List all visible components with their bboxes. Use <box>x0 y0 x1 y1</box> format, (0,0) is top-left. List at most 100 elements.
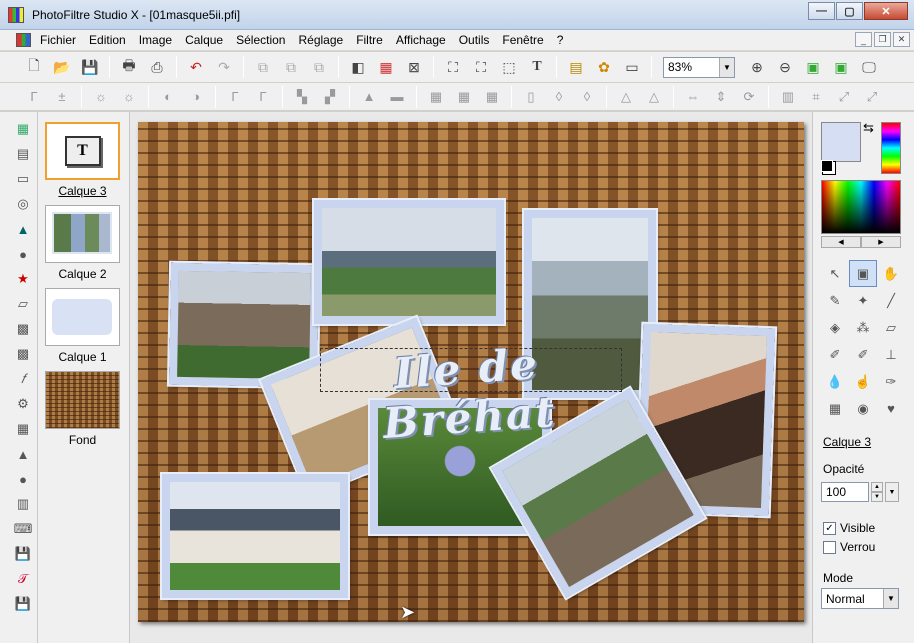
hand-tool-icon[interactable]: ✋ <box>877 260 905 287</box>
save-icon[interactable]: 💾 <box>79 56 101 78</box>
image-list-icon[interactable]: ▤ <box>14 145 32 163</box>
bucket-icon[interactable]: ▲ <box>14 220 32 238</box>
increment-icon[interactable]: ▲ <box>871 482 883 492</box>
deform-tool-icon[interactable]: ♥ <box>877 395 905 422</box>
paste-new-icon[interactable]: ⧉ <box>308 56 330 78</box>
emboss-2-icon[interactable]: △ <box>643 86 665 108</box>
actual-size-icon[interactable]: ▣ <box>830 56 852 78</box>
contrast-up-icon[interactable]: ◑ <box>185 86 207 108</box>
checkbox-box[interactable] <box>823 540 836 554</box>
mdi-close-button[interactable]: ✕ <box>893 32 910 47</box>
gradient-icon[interactable]: ◧ <box>347 56 369 78</box>
visible-checkbox[interactable]: ✓ Visible <box>823 521 875 535</box>
mirror-icon[interactable]: ▥ <box>777 86 799 108</box>
blend-mode-select[interactable]: Normal ▼ <box>821 588 899 609</box>
fullscreen-icon[interactable]: 🖵 <box>858 56 880 78</box>
book-icon[interactable]: ▥ <box>14 495 32 513</box>
star-icon[interactable]: ★ <box>14 270 32 288</box>
foreground-color-swatch[interactable] <box>821 122 861 162</box>
grid-filter-3-icon[interactable]: ▦ <box>481 86 503 108</box>
rotate-icon[interactable]: ⟳ <box>738 86 760 108</box>
opacity-dropdown-icon[interactable]: ▼ <box>885 482 899 502</box>
eraser-tool-icon[interactable]: ▱ <box>877 314 905 341</box>
chevron-down-icon[interactable]: ▼ <box>883 589 898 608</box>
line-tool-icon[interactable]: ╱ <box>877 287 905 314</box>
layer-item-calque-1[interactable]: Calque 1 <box>45 288 120 364</box>
palette-icon[interactable]: ▦ <box>375 56 397 78</box>
spray-tool-icon[interactable]: ⁂ <box>849 314 877 341</box>
menu-help[interactable]: ? <box>557 33 564 47</box>
gradient-fill-icon[interactable]: ▩ <box>14 320 32 338</box>
page-icon[interactable]: ▱ <box>14 295 32 313</box>
sphere-icon[interactable]: ● <box>14 245 32 263</box>
app-icon[interactable] <box>8 7 24 23</box>
brightness-down-icon[interactable]: ☼ <box>90 86 112 108</box>
new-file-icon[interactable]: 🗋 <box>23 56 45 78</box>
retouch-tool-icon[interactable]: ✑ <box>877 368 905 395</box>
mdi-restore-button[interactable]: ❐ <box>874 32 891 47</box>
minimize-button[interactable]: — <box>808 2 835 20</box>
gamma-down-icon[interactable]: Γ <box>224 86 246 108</box>
image-canvas[interactable]: Ile de Bréhat ➤ <box>138 122 804 622</box>
histogram-panel-icon[interactable]: ▲ <box>14 445 32 463</box>
function-icon[interactable]: 𝑓 <box>14 370 32 388</box>
document-icon[interactable] <box>16 33 31 47</box>
zoom-in-icon[interactable]: ⊕ <box>746 56 768 78</box>
layer-item-calque-2[interactable]: Calque 2 <box>45 205 120 281</box>
menu-reglage[interactable]: Réglage <box>298 33 343 47</box>
selection-icon[interactable]: ⬚ <box>498 56 520 78</box>
mask-icon[interactable]: ⛶ <box>442 56 464 78</box>
saturation-down-icon[interactable]: ▚ <box>291 86 313 108</box>
crop-icon[interactable]: ⌗ <box>805 86 827 108</box>
saturation-up-icon[interactable]: ▞ <box>319 86 341 108</box>
menu-fichier[interactable]: Fichier <box>40 33 76 47</box>
zoom-select[interactable]: 83% ▼ <box>663 56 735 78</box>
equalize-icon[interactable]: ▬ <box>386 86 408 108</box>
default-colors-icon[interactable] <box>821 160 833 172</box>
font-icon[interactable]: 𝒯 <box>14 570 32 588</box>
explorer-icon[interactable]: ▤ <box>565 56 587 78</box>
maximize-button[interactable]: ▢ <box>836 2 863 20</box>
selection-tool-icon[interactable]: ▣ <box>849 260 877 287</box>
fit-image-icon[interactable]: ▣ <box>802 56 824 78</box>
calculator-icon[interactable]: ▦ <box>14 120 32 138</box>
window-icon[interactable]: ▭ <box>621 56 643 78</box>
canvas-icon[interactable]: ⤢ <box>861 86 883 108</box>
menu-selection[interactable]: Sélection <box>236 33 285 47</box>
mosaic-icon[interactable]: ▦ <box>14 420 32 438</box>
save-2000-icon[interactable]: 💾 <box>14 545 32 563</box>
eyedropper-tool-icon[interactable]: ✎ <box>821 287 849 314</box>
gamma-up-icon[interactable]: Γ <box>252 86 274 108</box>
stencil-icon[interactable]: ⛶ <box>470 56 492 78</box>
save-html-icon[interactable]: 💾 <box>14 595 32 613</box>
magic-wand-tool-icon[interactable]: ✦ <box>849 287 877 314</box>
layer-item-calque-3[interactable]: T Calque 3 <box>45 122 120 198</box>
transform-icon[interactable]: ⤢ <box>833 86 855 108</box>
text-icon[interactable]: T <box>526 56 548 78</box>
contrast-down-icon[interactable]: ◐ <box>157 86 179 108</box>
circle-icon[interactable]: ◎ <box>14 195 32 213</box>
plugin-icon[interactable]: ✿ <box>593 56 615 78</box>
menu-fenetre[interactable]: Fenêtre <box>502 33 543 47</box>
keyboard-icon[interactable]: ⌨ <box>14 520 33 538</box>
gradient-fill-2-icon[interactable]: ▩ <box>14 345 32 363</box>
ball-icon[interactable]: ● <box>14 470 32 488</box>
grid-filter-2-icon[interactable]: ▦ <box>453 86 475 108</box>
menu-image[interactable]: Image <box>139 33 172 47</box>
sharpen-icon[interactable]: ◊ <box>548 86 570 108</box>
advanced-brush-tool-icon[interactable]: ✐ <box>849 341 877 368</box>
clone-tool-icon[interactable]: ◉ <box>849 395 877 422</box>
zoom-out-icon[interactable]: ⊖ <box>774 56 796 78</box>
scan-icon[interactable]: ⎙ <box>146 56 168 78</box>
auto-contrast-icon[interactable]: ± <box>51 86 73 108</box>
mdi-minimize-button[interactable]: _ <box>855 32 872 47</box>
blur-tool-icon[interactable]: 💧 <box>821 368 849 395</box>
brightness-up-icon[interactable]: ☼ <box>118 86 140 108</box>
pattern-tool-icon[interactable]: ▦ <box>821 395 849 422</box>
menu-calque[interactable]: Calque <box>185 33 223 47</box>
stamp-tool-icon[interactable]: ⊥ <box>877 341 905 368</box>
spectrum-next-icon[interactable]: ▶ <box>861 236 901 248</box>
menu-filtre[interactable]: Filtre <box>356 33 383 47</box>
brush-tool-icon[interactable]: ✐ <box>821 341 849 368</box>
auto-levels-icon[interactable]: Γ <box>23 86 45 108</box>
